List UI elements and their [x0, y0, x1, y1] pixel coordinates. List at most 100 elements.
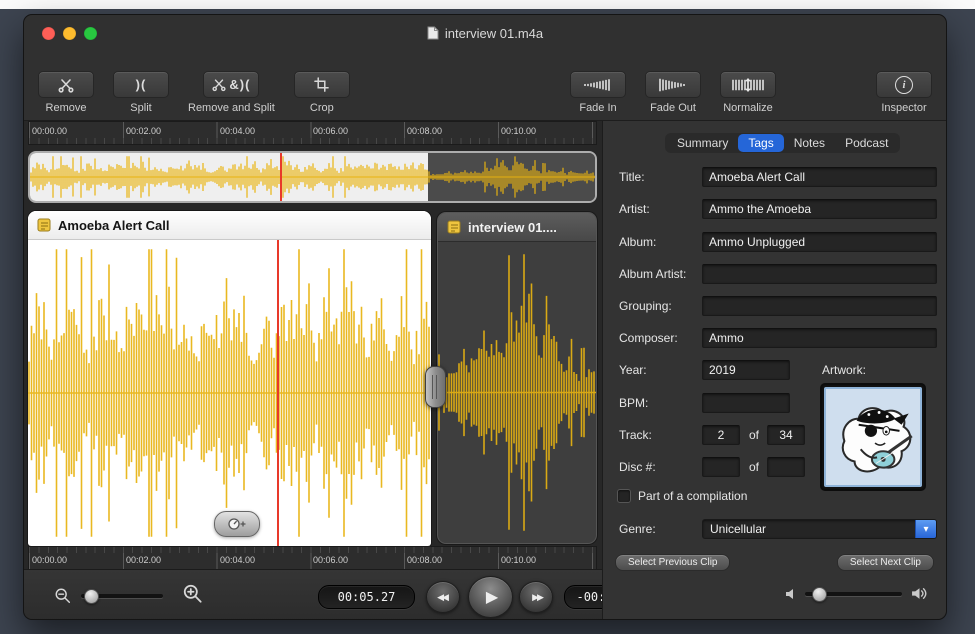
crop-label: Crop — [310, 102, 334, 114]
zoom-out-icon[interactable] — [54, 587, 72, 605]
year-input[interactable] — [702, 360, 790, 380]
overview-strip[interactable] — [28, 151, 597, 203]
field-artist: Artist: — [603, 199, 946, 220]
info-icon: i — [895, 76, 913, 94]
clip-interview-01[interactable]: interview 01.... — [438, 213, 596, 543]
remove-button[interactable]: Remove — [38, 71, 94, 114]
window-controls — [42, 15, 97, 51]
waveform-area[interactable] — [28, 240, 431, 546]
timeline-ruler-bottom[interactable]: 00:00.00 00:02.00 00:04.00 00:06.00 00:0… — [28, 546, 597, 570]
waveform-area[interactable] — [438, 242, 596, 543]
title-input[interactable] — [702, 167, 937, 187]
waveform-editor: 00:00.00 00:02.00 00:04.00 00:06.00 00:0… — [24, 121, 602, 619]
field-label: BPM: — [619, 396, 648, 410]
clip-divider-handle[interactable] — [425, 366, 446, 408]
fade-out-label: Fade Out — [650, 102, 696, 114]
select-previous-clip-button[interactable]: Select Previous Clip — [615, 554, 730, 571]
tab-tags[interactable]: Tags — [738, 134, 783, 152]
transport-bar: 00:05.27 ◀◀ ▶ ▶▶ -00:06.78 — [24, 569, 602, 619]
fade-out-icon — [658, 78, 688, 92]
album-artist-input[interactable] — [702, 264, 937, 284]
zoom-window-button[interactable] — [84, 27, 97, 40]
fast-forward-button[interactable]: ▶▶ — [519, 581, 553, 613]
compilation-label: Part of a compilation — [638, 489, 747, 503]
overview-clip-1[interactable] — [30, 153, 428, 201]
ruler-tick: 00:08.00 — [407, 126, 442, 136]
ruler-tick: 00:06.00 — [313, 555, 348, 565]
split-button[interactable]: )( Split — [113, 71, 169, 114]
bpm-input[interactable] — [702, 393, 790, 413]
clip-header[interactable]: Amoeba Alert Call — [28, 211, 431, 240]
track-number-input[interactable] — [702, 425, 740, 445]
composer-input[interactable] — [702, 328, 937, 348]
playhead[interactable] — [277, 240, 279, 546]
scissors-icon — [212, 77, 226, 92]
remove-label: Remove — [46, 102, 87, 114]
titlebar[interactable]: interview 01.m4a — [24, 15, 946, 51]
genre-label: Genre: — [619, 522, 656, 536]
inspector-label: Inspector — [881, 102, 926, 114]
split-label: Split — [130, 102, 151, 114]
remove-and-split-label: Remove and Split — [188, 102, 275, 114]
normalize-label: Normalize — [723, 102, 773, 114]
genre-value: Unicellular — [710, 522, 766, 536]
track-total-input[interactable] — [767, 425, 805, 445]
inspector-button[interactable]: i Inspector — [876, 71, 932, 114]
artist-input[interactable] — [702, 199, 937, 219]
compilation-checkbox[interactable] — [617, 489, 631, 503]
clip-title: Amoeba Alert Call — [58, 218, 170, 233]
rewind-button[interactable]: ◀◀ — [426, 581, 460, 613]
overview-waveform-1 — [30, 155, 428, 199]
album-input[interactable] — [702, 232, 937, 252]
artwork-well[interactable] — [820, 383, 926, 491]
clip-speed-button[interactable] — [214, 511, 260, 537]
crop-button[interactable]: Crop — [294, 71, 350, 114]
volume-slider-thumb[interactable] — [812, 587, 827, 602]
ruler-tick: 00:10.00 — [501, 126, 536, 136]
timeline-ruler-top[interactable]: 00:00.00 00:02.00 00:04.00 00:06.00 00:0… — [28, 121, 597, 145]
chevron-down-icon: ▾ — [915, 520, 936, 538]
tab-podcast[interactable]: Podcast — [835, 134, 898, 152]
play-button[interactable]: ▶ — [468, 576, 513, 618]
crop-icon — [314, 77, 329, 92]
field-label: Grouping: — [619, 299, 672, 313]
overview-clip-2[interactable] — [428, 153, 595, 201]
and-split-icon: &)( — [229, 77, 250, 92]
normalize-icon — [731, 78, 765, 92]
field-label: Artist: — [619, 202, 650, 216]
split-icon: )( — [136, 77, 147, 92]
disc-total-input[interactable] — [767, 457, 805, 477]
grouping-input[interactable] — [702, 296, 937, 316]
genre-popup[interactable]: Unicellular ▾ — [702, 519, 937, 539]
tab-notes[interactable]: Notes — [784, 134, 835, 152]
zoom-in-icon[interactable] — [182, 583, 204, 605]
tab-summary[interactable]: Summary — [667, 134, 738, 152]
volume-max-icon[interactable] — [911, 586, 928, 601]
remove-and-split-button[interactable]: &)( Remove and Split — [188, 71, 275, 114]
disc-number-input[interactable] — [702, 457, 740, 477]
fade-in-button[interactable]: Fade In — [570, 71, 626, 114]
ruler-tick: 00:04.00 — [220, 126, 255, 136]
ruler-tick: 00:02.00 — [126, 126, 161, 136]
zoom-slider-thumb[interactable] — [84, 589, 99, 604]
artwork-image — [824, 387, 922, 487]
select-next-clip-button[interactable]: Select Next Clip — [837, 554, 934, 571]
clip-amoeba-alert-call[interactable]: Amoeba Alert Call — [28, 211, 431, 546]
normalize-button[interactable]: Normalize — [720, 71, 776, 114]
close-window-button[interactable] — [42, 27, 55, 40]
window-title: interview 01.m4a — [445, 26, 543, 41]
inspector-panel: Summary Tags Notes Podcast Title: Artist… — [602, 121, 946, 619]
fade-out-button[interactable]: Fade Out — [645, 71, 701, 114]
clip-waveform — [438, 242, 596, 543]
field-label: Disc #: — [619, 460, 656, 474]
ruler-tick: 00:06.00 — [313, 126, 348, 136]
clip-header[interactable]: interview 01.... — [438, 213, 596, 242]
volume-min-icon[interactable] — [785, 588, 797, 600]
overview-playhead[interactable] — [280, 153, 282, 201]
artwork-label: Artwork: — [822, 363, 866, 377]
minimize-window-button[interactable] — [63, 27, 76, 40]
clip-waveform — [28, 240, 431, 546]
field-grouping: Grouping: — [603, 296, 946, 317]
field-label: Track: — [619, 428, 652, 442]
of-label: of — [749, 460, 759, 474]
